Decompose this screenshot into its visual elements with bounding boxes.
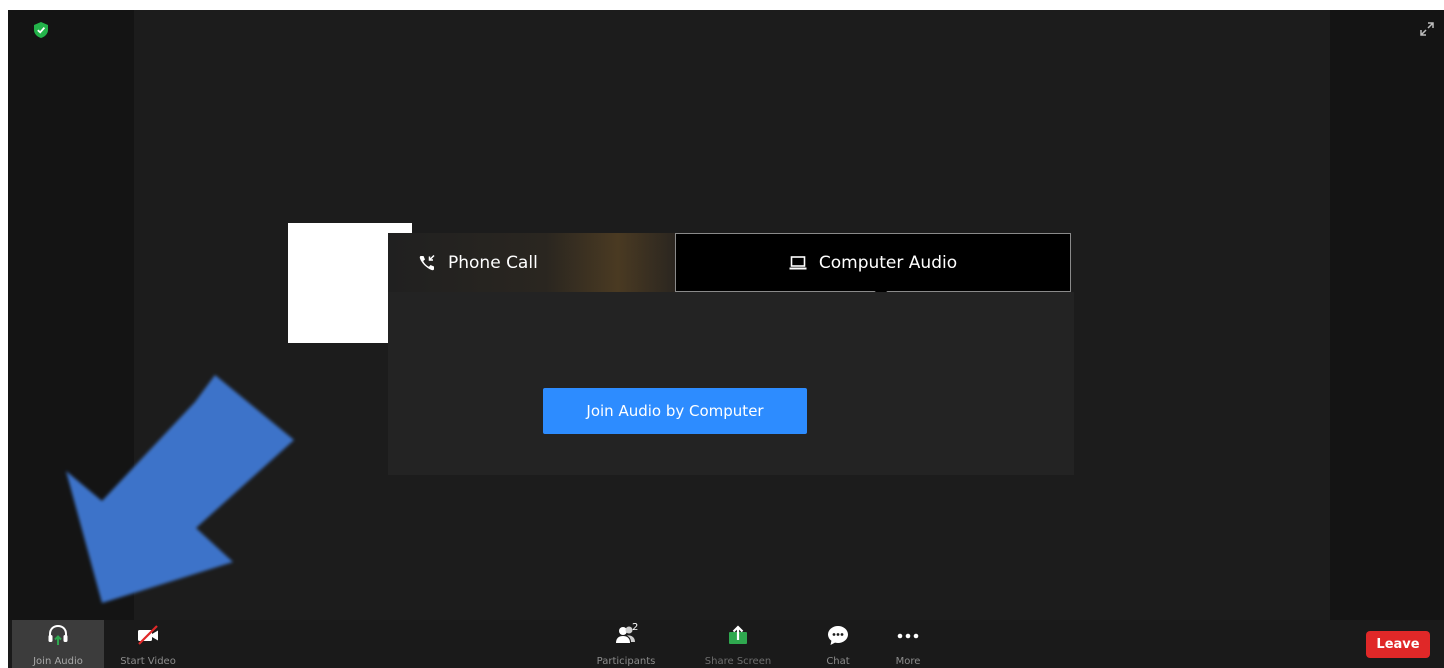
dialog-body: Join Audio by Computer [388, 292, 1074, 475]
chat-button[interactable]: Chat [808, 620, 868, 668]
join-audio-button[interactable]: Join Audio [12, 620, 104, 668]
more-button[interactable]: More [878, 620, 938, 668]
chat-label: Chat [826, 656, 850, 667]
headphones-icon [48, 624, 68, 645]
audio-dialog: Phone Call Computer Audio Join Audio by … [388, 233, 1074, 475]
share-screen-button[interactable]: Share Screen [698, 620, 778, 668]
phone-call-icon [419, 254, 435, 270]
left-panel [8, 10, 134, 620]
participants-label: Participants [596, 656, 656, 667]
tab-computer-audio[interactable]: Computer Audio [675, 233, 1071, 292]
meeting-window: Phone Call Computer Audio Join Audio by … [8, 10, 1444, 668]
start-video-label: Start Video [120, 656, 176, 667]
share-screen-label: Share Screen [704, 656, 772, 667]
meeting-toolbar: Join Audio Start Video 2 Participants Sh… [8, 620, 1444, 668]
right-panel [1330, 10, 1444, 620]
laptop-icon [789, 255, 807, 269]
video-off-icon [138, 625, 158, 645]
leave-button[interactable]: Leave [1366, 631, 1430, 658]
expand-icon[interactable] [1420, 22, 1434, 36]
start-video-button[interactable]: Start Video [112, 620, 184, 668]
shield-check-icon[interactable] [34, 22, 48, 38]
chat-icon [828, 626, 848, 645]
participants-count: 2 [632, 622, 639, 633]
tab-computer-audio-label: Computer Audio [818, 252, 958, 273]
share-screen-icon [729, 625, 747, 644]
join-audio-label: Join Audio [33, 656, 83, 667]
participants-button[interactable]: 2 Participants [586, 620, 666, 668]
tab-phone-call[interactable]: Phone Call [388, 233, 675, 292]
more-label: More [895, 656, 921, 667]
join-audio-by-computer-button[interactable]: Join Audio by Computer [543, 388, 807, 434]
more-dots-icon [897, 633, 919, 639]
tab-phone-call-label: Phone Call [448, 252, 538, 273]
